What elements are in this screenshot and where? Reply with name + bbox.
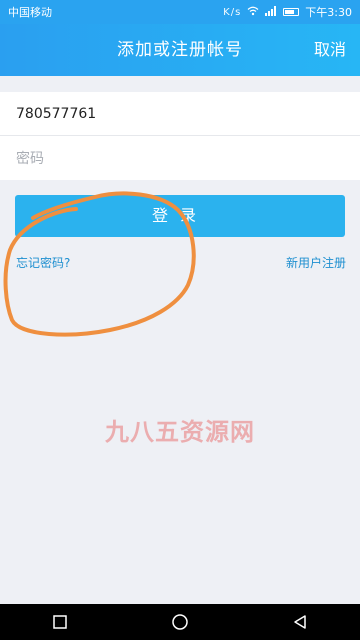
status-right: K/s 下午3:30	[223, 4, 352, 20]
status-left: 中国移动	[8, 4, 52, 20]
cancel-button[interactable]: 取消	[314, 24, 346, 76]
forgot-password-link[interactable]: 忘记密码?	[16, 254, 70, 271]
page-title: 添加或注册帐号	[117, 40, 243, 60]
home-icon[interactable]	[160, 607, 200, 637]
battery-icon	[283, 8, 300, 16]
signal-icon	[265, 5, 277, 19]
recent-apps-icon[interactable]	[40, 607, 80, 637]
status-bar: 中国移动 K/s 下午3:30	[0, 0, 360, 24]
header: 添加或注册帐号 取消	[0, 24, 360, 76]
account-field[interactable]: 780577761	[0, 92, 360, 136]
register-link[interactable]: 新用户注册	[286, 254, 346, 271]
navigation-bar	[0, 604, 360, 640]
back-icon[interactable]	[280, 607, 320, 637]
network-speed: K/s	[223, 6, 242, 18]
carrier-label: 中国移动	[8, 6, 52, 19]
clock: 下午3:30	[305, 6, 352, 19]
login-form: 780577761 密码	[0, 92, 360, 180]
password-field[interactable]: 密码	[0, 136, 360, 180]
login-button[interactable]: 登录	[15, 195, 345, 237]
wifi-icon	[247, 6, 259, 19]
watermark: 九八五资源网	[105, 418, 255, 446]
